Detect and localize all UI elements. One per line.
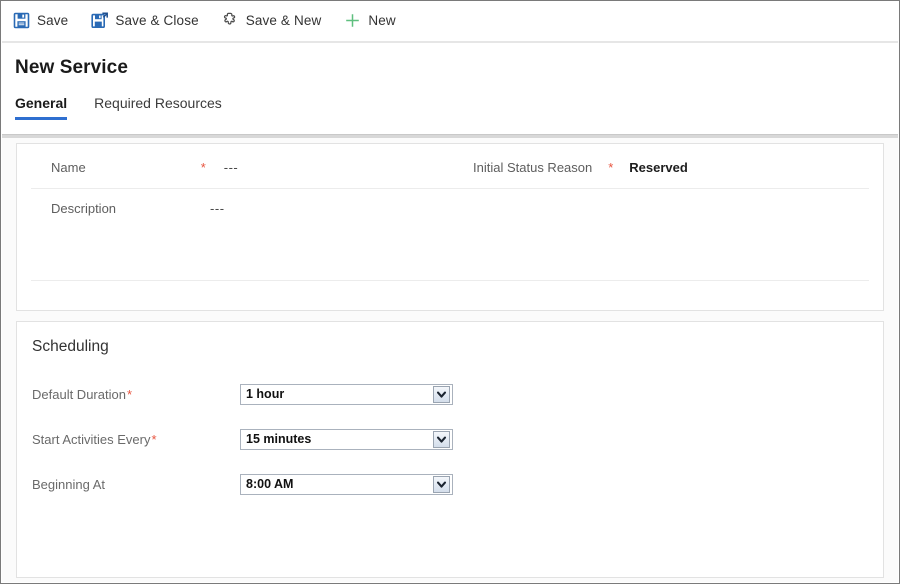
scheduling-section-panel: Scheduling Default Duration* 1 hour Star…: [16, 321, 884, 578]
page-title: New Service: [15, 57, 129, 78]
default-duration-value: 1 hour: [246, 387, 285, 401]
beginning-at-value: 8:00 AM: [246, 477, 294, 491]
field-start-activities-every-required-marker: *: [151, 431, 157, 447]
field-description: Description ---: [51, 201, 225, 216]
save-and-new-button-label: Save & New: [245, 12, 322, 28]
field-initial-status-reason-required-marker: *: [608, 160, 614, 175]
scheduling-section-title: Scheduling: [32, 338, 109, 355]
tab-required-resources[interactable]: Required Resources: [94, 95, 222, 120]
field-name: Name * ---: [51, 160, 238, 175]
chevron-down-icon[interactable]: [433, 385, 450, 403]
field-beginning-at-label: Beginning At: [32, 476, 106, 492]
field-default-duration: Default Duration* 1 hour: [32, 383, 868, 405]
beginning-at-dropdown[interactable]: 8:00 AM: [240, 473, 453, 495]
field-beginning-at: Beginning At 8:00 AM: [32, 473, 868, 495]
chevron-down-icon[interactable]: [433, 430, 450, 448]
field-initial-status-reason: Initial Status Reason * Reserved: [473, 160, 688, 175]
field-name-required-marker: *: [200, 160, 206, 175]
field-initial-status-reason-label: Initial Status Reason: [473, 160, 593, 175]
field-description-value[interactable]: ---: [210, 201, 225, 216]
tab-general[interactable]: General: [15, 95, 68, 120]
start-activities-every-value: 15 minutes: [246, 432, 312, 446]
new-button-label: New: [368, 12, 396, 28]
new-button[interactable]: New: [344, 5, 404, 35]
field-name-value[interactable]: ---: [224, 160, 239, 175]
field-default-duration-label-text: Default Duration: [32, 386, 126, 402]
plus-icon: [344, 12, 361, 29]
field-start-activities-every: Start Activities Every* 15 minutes: [32, 428, 868, 450]
save-button-label: Save: [37, 12, 69, 28]
field-description-label: Description: [51, 201, 117, 216]
field-name-label: Name: [51, 160, 86, 175]
general-section-panel: Name * --- Initial Status Reason * Reser…: [16, 143, 884, 311]
chevron-down-icon[interactable]: [433, 475, 450, 493]
default-duration-dropdown[interactable]: 1 hour: [240, 383, 453, 405]
save-and-new-button[interactable]: Save & New: [222, 5, 331, 35]
field-initial-status-reason-value[interactable]: Reserved: [629, 160, 688, 175]
form-canvas: Name * --- Initial Status Reason * Reser…: [2, 138, 898, 582]
field-start-activities-every-label: Start Activities Every*: [32, 432, 240, 447]
tab-strip: General Required Resources: [15, 95, 249, 120]
service-form-window: Save Save & Close Save & New New New Ser…: [0, 0, 900, 584]
field-default-duration-label: Default Duration*: [32, 387, 240, 402]
start-activities-every-dropdown[interactable]: 15 minutes: [240, 428, 453, 450]
save-icon: [13, 12, 30, 29]
field-default-duration-required-marker: *: [126, 386, 133, 402]
save-button[interactable]: Save: [13, 5, 77, 35]
save-and-close-button-label: Save & Close: [115, 12, 199, 28]
field-start-activities-every-label-text: Start Activities Every: [32, 431, 151, 447]
row-divider-lower: [31, 280, 869, 281]
command-bar-divider: [2, 41, 898, 43]
row-divider-upper: [31, 188, 869, 189]
save-and-new-icon: [222, 12, 239, 29]
command-bar: Save Save & Close Save & New New: [2, 2, 898, 38]
save-and-close-icon: [91, 11, 109, 29]
save-and-close-button[interactable]: Save & Close: [91, 5, 207, 35]
